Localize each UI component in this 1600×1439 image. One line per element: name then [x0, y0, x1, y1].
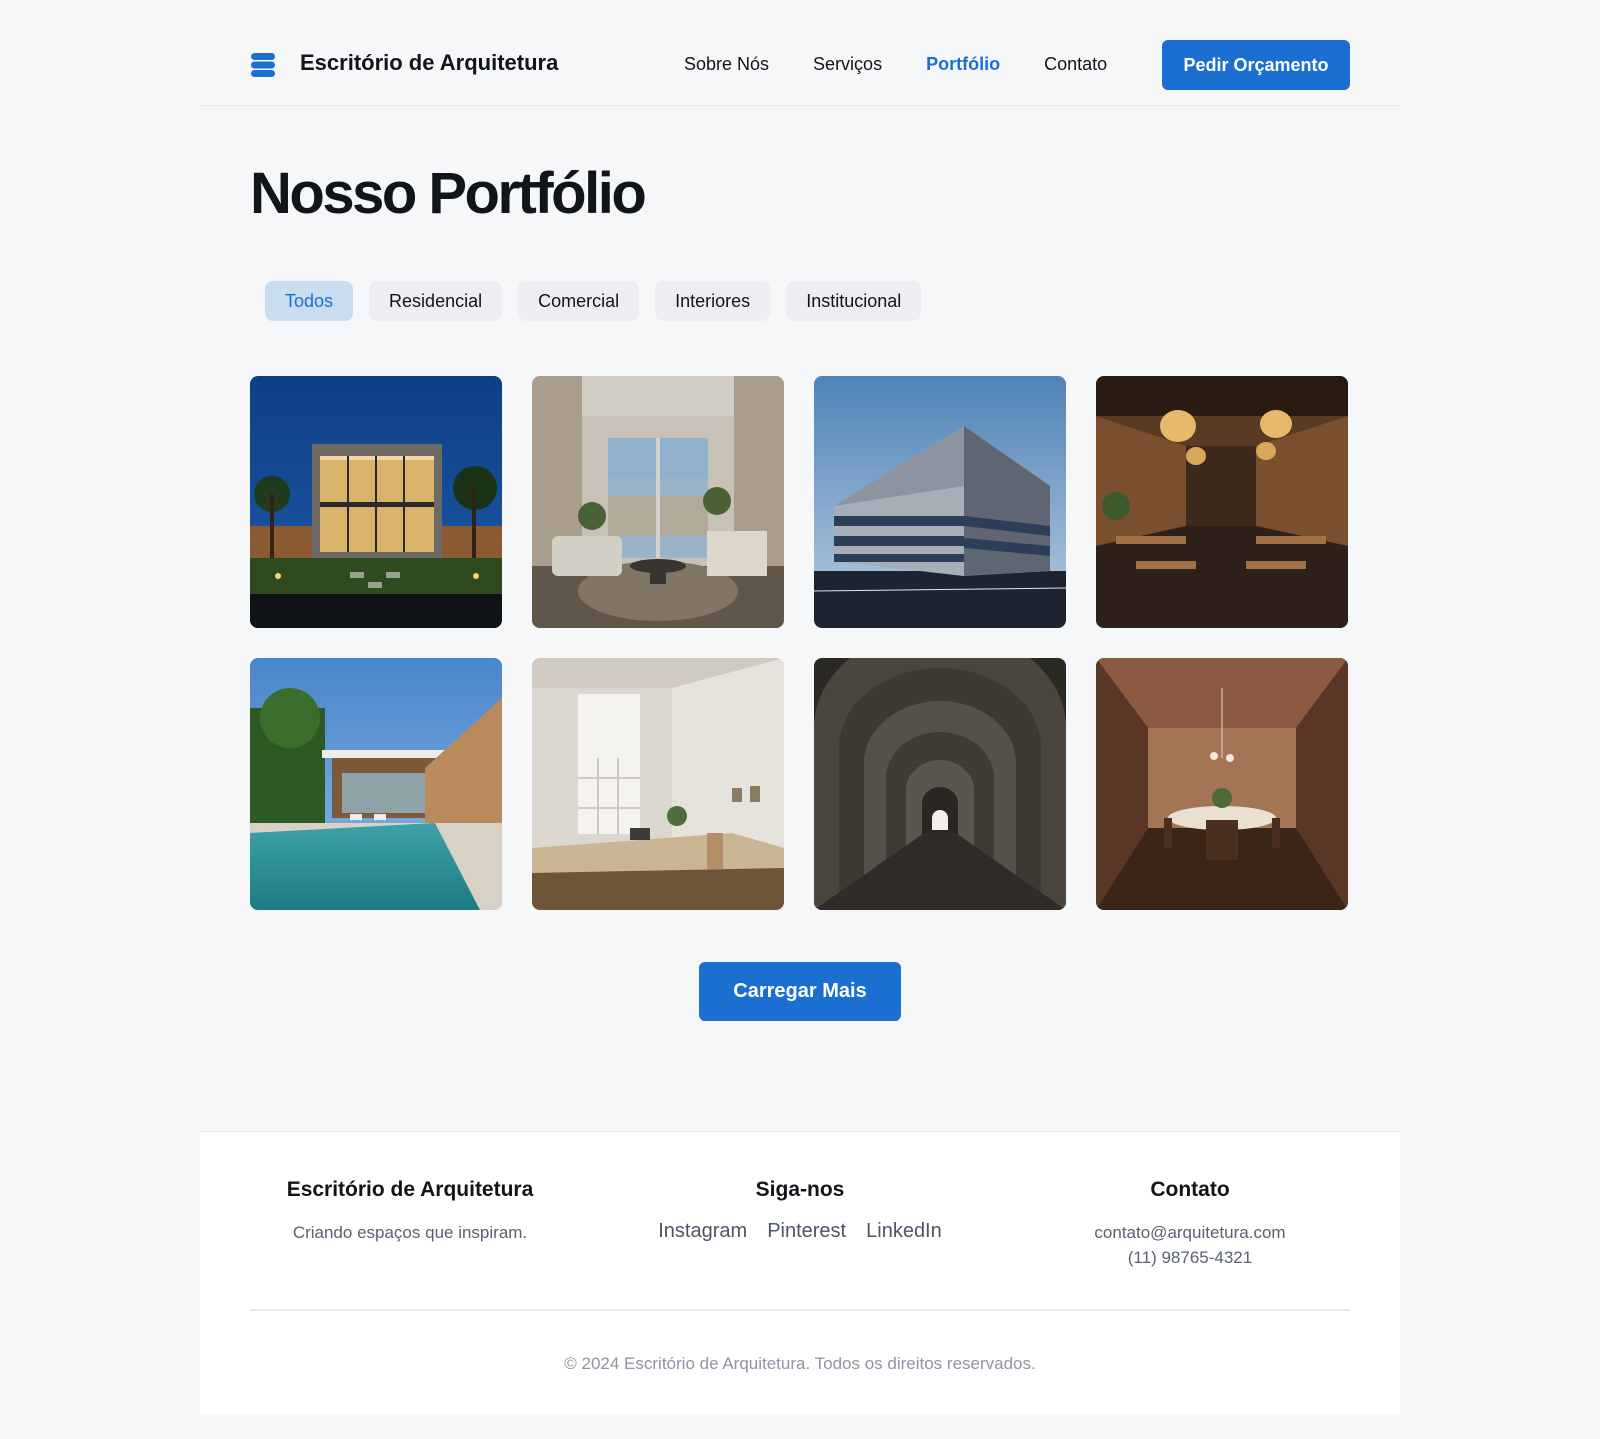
footer-brand-title: Escritório de Arquitetura: [286, 1178, 534, 1201]
footer-contact-title: Contato: [1150, 1178, 1230, 1201]
project-card[interactable]: [814, 658, 1066, 910]
arched-corridor-image: [814, 658, 1066, 910]
commercial-building-image: [814, 376, 1066, 628]
nav-sobre-nos[interactable]: Sobre Nós: [684, 54, 769, 75]
project-card[interactable]: [1096, 376, 1348, 628]
filter-tabs: Todos Residencial Comercial Interiores I…: [265, 281, 922, 321]
contact-phone[interactable]: (11) 98765-4321: [1030, 1245, 1350, 1270]
filter-institucional[interactable]: Institucional: [786, 281, 922, 321]
footer-social-title: Siga-nos: [755, 1178, 845, 1201]
copyright-text: © 2024 Escritório de Arquitetura. Todos …: [564, 1354, 1036, 1373]
brand-name[interactable]: Escritório de Arquitetura: [300, 50, 558, 76]
nav-servicos[interactable]: Serviços: [813, 54, 882, 75]
site-header: Escritório de Arquitetura Sobre Nós Serv…: [200, 0, 1400, 106]
portfolio-grid: [250, 376, 1348, 910]
stack-icon[interactable]: [250, 52, 276, 78]
footer-tagline: Criando espaços que inspiram.: [292, 1223, 528, 1242]
minimal-office-interior-image: [532, 658, 784, 910]
filter-residencial[interactable]: Residencial: [369, 281, 503, 321]
footer-contact: Contato contato@arquitetura.com (11) 987…: [1030, 1178, 1350, 1270]
living-room-interior-image: [532, 376, 784, 628]
restaurant-interior-image: [1096, 376, 1348, 628]
project-card[interactable]: [250, 376, 502, 628]
footer-social: Siga-nos Instagram Pinterest LinkedIn: [620, 1178, 980, 1243]
nav-contato[interactable]: Contato: [1044, 54, 1107, 75]
modern-house-night-image: [250, 376, 502, 628]
filter-interiores[interactable]: Interiores: [655, 281, 771, 321]
project-card[interactable]: [814, 376, 1066, 628]
page-title: Nosso Portfólio: [250, 161, 647, 226]
nav-portfolio[interactable]: Portfólio: [926, 54, 1000, 75]
project-card[interactable]: [532, 658, 784, 910]
project-card[interactable]: [1096, 658, 1348, 910]
social-link-linkedin[interactable]: LinkedIn: [866, 1220, 942, 1243]
contact-email[interactable]: contato@arquitetura.com: [1030, 1220, 1350, 1245]
filter-comercial[interactable]: Comercial: [518, 281, 640, 321]
social-link-instagram[interactable]: Instagram: [658, 1220, 747, 1243]
filter-todos[interactable]: Todos: [265, 281, 354, 321]
footer-divider: [250, 1309, 1350, 1311]
project-card[interactable]: [250, 658, 502, 910]
project-card[interactable]: [532, 376, 784, 628]
main-nav: Sobre Nós Serviços Portfólio Contato: [684, 54, 1107, 75]
house-with-pool-image: [250, 658, 502, 910]
social-link-pinterest[interactable]: Pinterest: [767, 1220, 846, 1243]
load-more-button[interactable]: Carregar Mais: [699, 962, 901, 1021]
request-quote-button[interactable]: Pedir Orçamento: [1162, 40, 1350, 90]
wood-dining-room-image: [1096, 658, 1348, 910]
site-footer: Escritório de Arquitetura Criando espaço…: [200, 1131, 1400, 1414]
footer-brand: Escritório de Arquitetura Criando espaço…: [250, 1178, 570, 1245]
social-links: Instagram Pinterest LinkedIn: [620, 1220, 980, 1243]
